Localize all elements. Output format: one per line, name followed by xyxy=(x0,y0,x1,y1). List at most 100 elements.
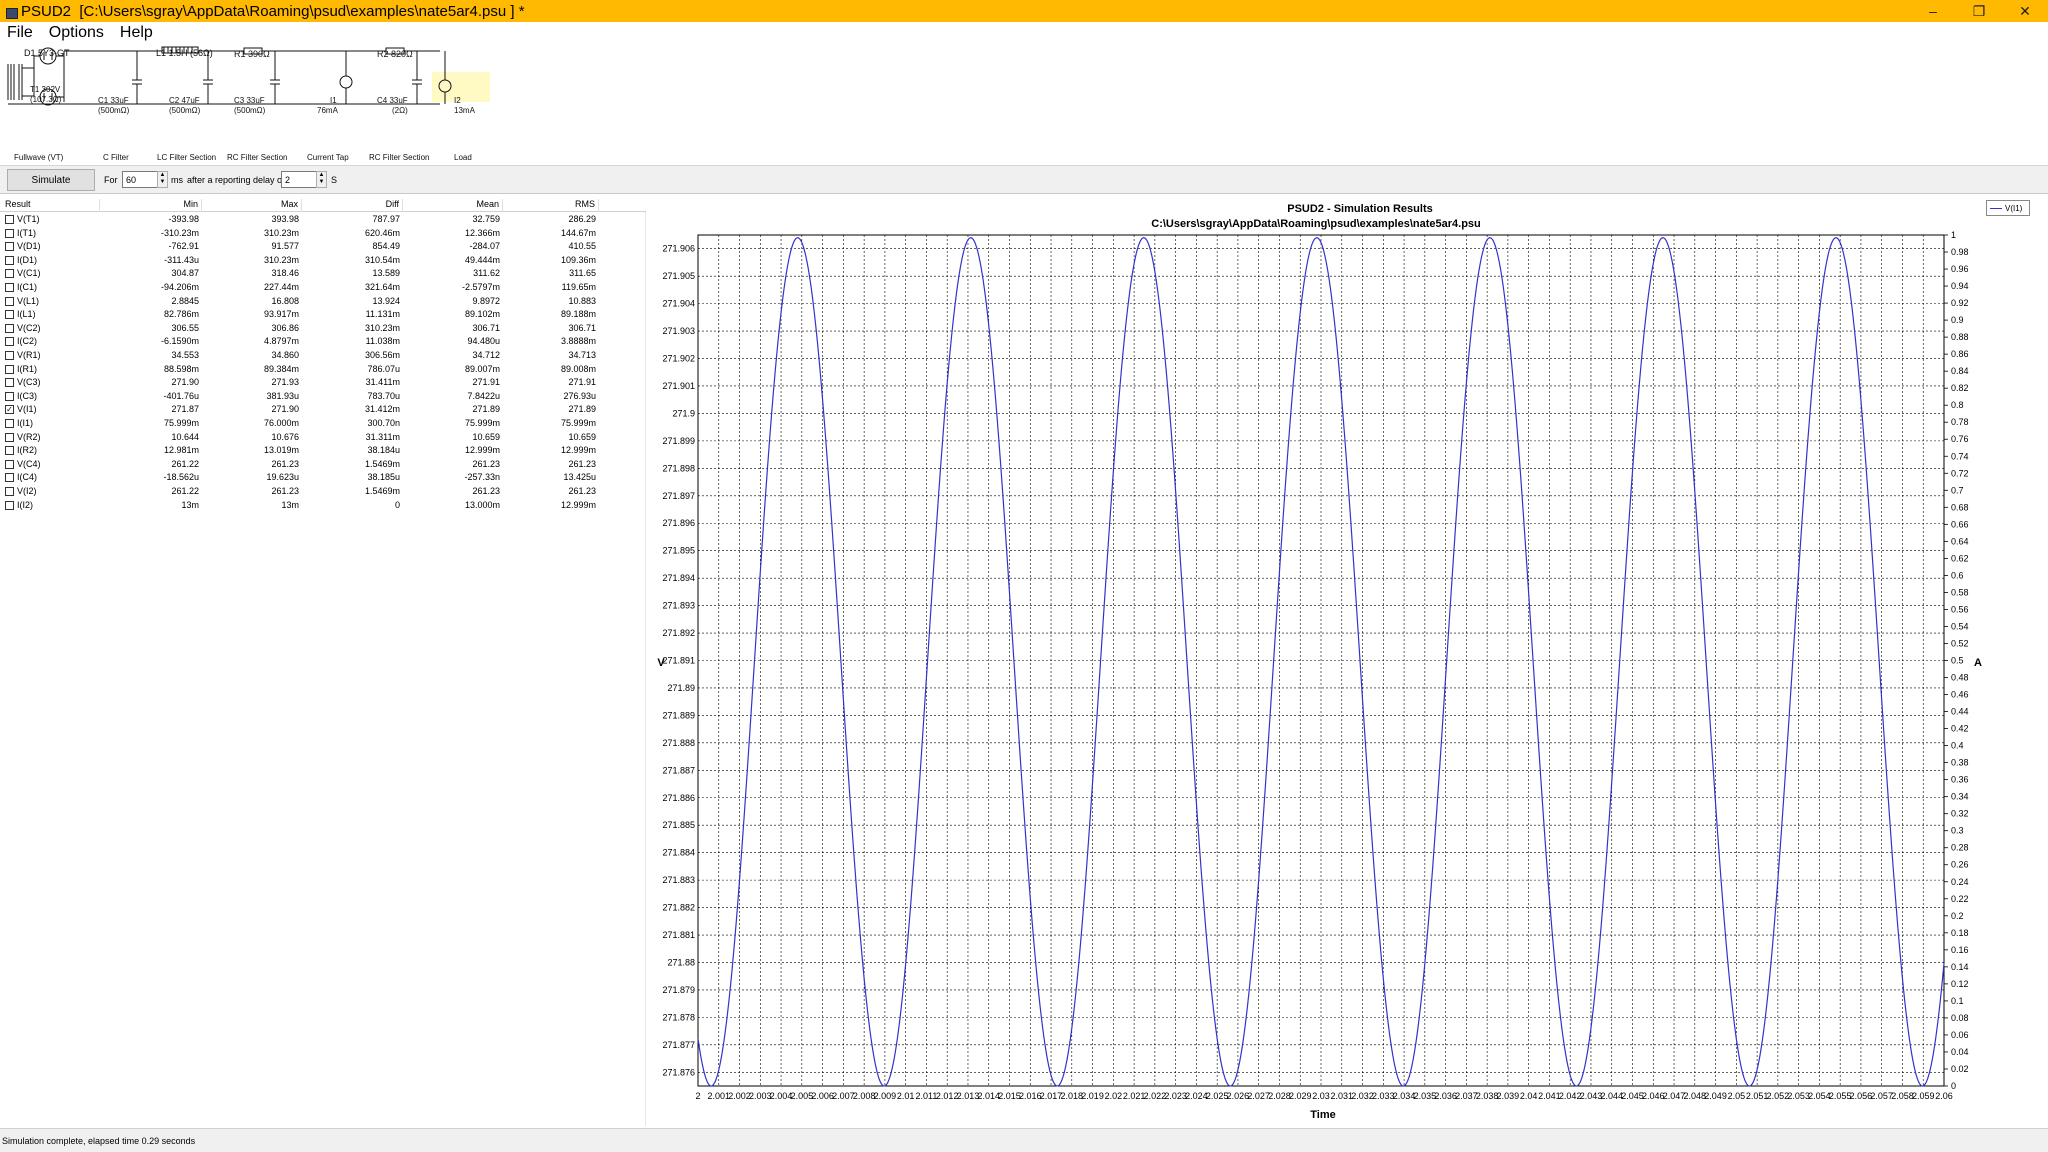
column-max[interactable]: Max xyxy=(202,199,302,212)
table-row[interactable]: V(C2) 306.55 306.86 310.23m 306.71 306.71 xyxy=(0,322,646,336)
row-checkbox[interactable] xyxy=(5,337,14,347)
delay-input[interactable] xyxy=(281,171,317,188)
capacitor-c2[interactable] xyxy=(203,51,213,104)
x-tick-label: 2.045 xyxy=(1621,1091,1644,1101)
section-load[interactable]: Load xyxy=(454,153,472,162)
row-checkbox[interactable] xyxy=(5,255,14,265)
row-checkbox[interactable] xyxy=(5,432,14,442)
row-max: 306.86 xyxy=(271,322,299,333)
row-checkbox[interactable] xyxy=(5,364,14,374)
table-row[interactable]: V(D1) -762.91 91.577 854.49 -284.07 410.55 xyxy=(0,240,646,254)
minimize-button[interactable]: – xyxy=(1910,0,1956,22)
row-checkbox[interactable] xyxy=(5,323,14,333)
row-max: 91.577 xyxy=(271,241,299,252)
row-checkbox[interactable] xyxy=(5,351,14,360)
table-row[interactable]: I(L1) 82.786m 93.917m 11.131m 89.102m 89.188m xyxy=(0,308,646,322)
row-checkbox[interactable] xyxy=(5,228,14,238)
table-row[interactable]: I(I1) 75.999m 76.000m 300.70n 75.999m 75.999m xyxy=(0,417,646,431)
y2-tick-label: 0.36 xyxy=(1951,775,1969,785)
row-checkbox[interactable] xyxy=(5,310,14,320)
x-tick-label: 2.014 xyxy=(977,1091,1000,1101)
row-diff: 306.56m xyxy=(364,350,400,360)
row-mean: 271.91 xyxy=(472,377,500,388)
row-checkbox[interactable] xyxy=(5,391,14,401)
table-row[interactable]: V(I2) 261.22 261.23 1.5469m 261.23 261.23 xyxy=(0,485,646,499)
row-rms: 3.8888m xyxy=(560,336,596,347)
row-checkbox[interactable] xyxy=(5,296,14,306)
row-diff: 854.49 xyxy=(372,241,400,252)
y2-tick-label: 0.56 xyxy=(1951,604,1969,614)
x-tick-label: 2.05 xyxy=(1728,1091,1746,1101)
row-checkbox[interactable] xyxy=(5,487,14,496)
simulation-chart[interactable]: PSUD2 - Simulation Results C:\Users\sgra… xyxy=(648,198,2048,1126)
row-checkbox[interactable] xyxy=(5,215,14,224)
section-fullwave[interactable]: Fullwave (VT) xyxy=(14,153,64,162)
x-tick-label: 2.024 xyxy=(1185,1091,1208,1101)
delay-spinner[interactable]: ▲ ▼ xyxy=(316,171,327,188)
capacitor-c4[interactable] xyxy=(412,51,422,104)
section-c-filter[interactable]: C Filter xyxy=(103,153,129,162)
row-checkbox[interactable]: ✓ xyxy=(5,405,14,415)
simulate-button[interactable]: Simulate xyxy=(7,169,95,191)
row-checkbox[interactable] xyxy=(5,419,14,428)
table-row[interactable]: V(C1) 304.87 318.46 13.589 311.62 311.65 xyxy=(0,267,646,281)
duration-input[interactable] xyxy=(122,171,158,188)
x-tick-label: 2.057 xyxy=(1870,1091,1893,1101)
capacitor-c3[interactable] xyxy=(270,51,280,104)
row-checkbox[interactable] xyxy=(5,473,14,483)
table-row[interactable]: I(C1) -94.206m 227.44m 321.64m -2.5797m 119.6… xyxy=(0,281,646,295)
table-row[interactable]: I(R2) 12.981m 13.019m 38.184u 12.999m 12.999m xyxy=(0,444,646,458)
table-row[interactable]: I(D1) -311.43u 310.23m 310.54m 49.444m 109.36… xyxy=(0,254,646,268)
row-min: -94.206m xyxy=(160,282,199,292)
row-mean: 306.71 xyxy=(472,322,500,333)
section-rc-filter-1[interactable]: RC Filter Section xyxy=(227,153,287,162)
table-row[interactable]: V(R1) 34.553 34.860 306.56m 34.712 34.713 xyxy=(0,349,646,363)
restore-button[interactable]: ❐ xyxy=(1956,0,2002,22)
close-button[interactable]: ✕ xyxy=(2002,0,2048,22)
capacitor-c1[interactable] xyxy=(132,51,142,104)
table-row[interactable]: V(L1) 2.8845 16.808 13.924 9.8972 10.883 xyxy=(0,295,646,309)
row-checkbox[interactable] xyxy=(5,500,14,510)
duration-spinner[interactable]: ▲ ▼ xyxy=(157,171,168,188)
row-diff: 300.70n xyxy=(367,418,400,428)
row-checkbox[interactable] xyxy=(5,283,14,292)
row-mean: 9.8972 xyxy=(472,295,500,306)
row-checkbox[interactable] xyxy=(5,459,14,469)
column-min[interactable]: Min xyxy=(100,199,202,212)
results-table[interactable]: Result Min Max Diff Mean RMS V(T1) -393.9… xyxy=(0,198,646,1126)
row-checkbox[interactable] xyxy=(5,378,14,388)
column-diff[interactable]: Diff xyxy=(302,199,403,212)
table-row[interactable]: I(C3) -401.76u 381.93u 783.70u 7.8422u 276.93… xyxy=(0,390,646,404)
row-rms: 12.999m xyxy=(560,445,596,456)
section-current-tap[interactable]: Current Tap xyxy=(307,153,349,162)
row-checkbox[interactable] xyxy=(5,446,14,456)
table-row[interactable]: I(C2) -6.1590m 4.8797m 11.038m 94.480u 3.8888… xyxy=(0,335,646,349)
row-checkbox[interactable] xyxy=(5,242,14,252)
table-row[interactable]: V(C4) 261.22 261.23 1.5469m 261.23 261.23 xyxy=(0,458,646,472)
circuit-schematic[interactable]: D1 5Y3-GT L1 1.5H (56Ω) R1 390Ω R2 820Ω … xyxy=(0,44,2048,166)
y2-tick-label: 0.9 xyxy=(1951,315,1964,325)
section-lc-filter[interactable]: LC Filter Section xyxy=(157,153,216,162)
column-result[interactable]: Result xyxy=(0,199,100,212)
x-tick-label: 2.035 xyxy=(1414,1091,1437,1101)
column-rms[interactable]: RMS xyxy=(503,199,599,212)
menu-file[interactable]: File xyxy=(0,24,41,42)
column-mean[interactable]: Mean xyxy=(403,199,503,212)
table-row[interactable]: V(R2) 10.644 10.676 31.311m 10.659 10.659 xyxy=(0,431,646,445)
table-row[interactable]: V(C3) 271.90 271.93 31.411m 271.91 271.91 xyxy=(0,376,646,390)
y-tick-label: 271.877 xyxy=(662,1040,695,1050)
menu-help[interactable]: Help xyxy=(112,24,161,42)
table-row[interactable]: I(C4) -18.562u 19.623u 38.185u -257.33n 13.42… xyxy=(0,471,646,485)
table-row[interactable]: ✓ V(I1) 271.87 271.90 31.412m 271.89 271.89 xyxy=(0,403,646,417)
row-min: 75.999m xyxy=(163,418,199,428)
row-checkbox[interactable] xyxy=(5,269,14,279)
table-row[interactable]: I(R1) 88.598m 89.384m 786.07u 89.007m 89.008m xyxy=(0,363,646,377)
table-row[interactable]: I(I2) 13m 13m 0 13.000m 12.999m xyxy=(0,499,646,513)
current-source-i1[interactable] xyxy=(339,51,353,104)
menu-options[interactable]: Options xyxy=(41,24,112,42)
table-row[interactable]: I(T1) -310.23m 310.23m 620.46m 12.366m 144.67… xyxy=(0,227,646,241)
table-row[interactable]: V(T1) -393.98 393.98 787.97 32.759 286.29 xyxy=(0,213,646,227)
label-c2-name: C2 47uF xyxy=(169,96,200,105)
section-rc-filter-2[interactable]: RC Filter Section xyxy=(369,153,429,162)
row-result-name: I(R1) xyxy=(17,363,37,374)
